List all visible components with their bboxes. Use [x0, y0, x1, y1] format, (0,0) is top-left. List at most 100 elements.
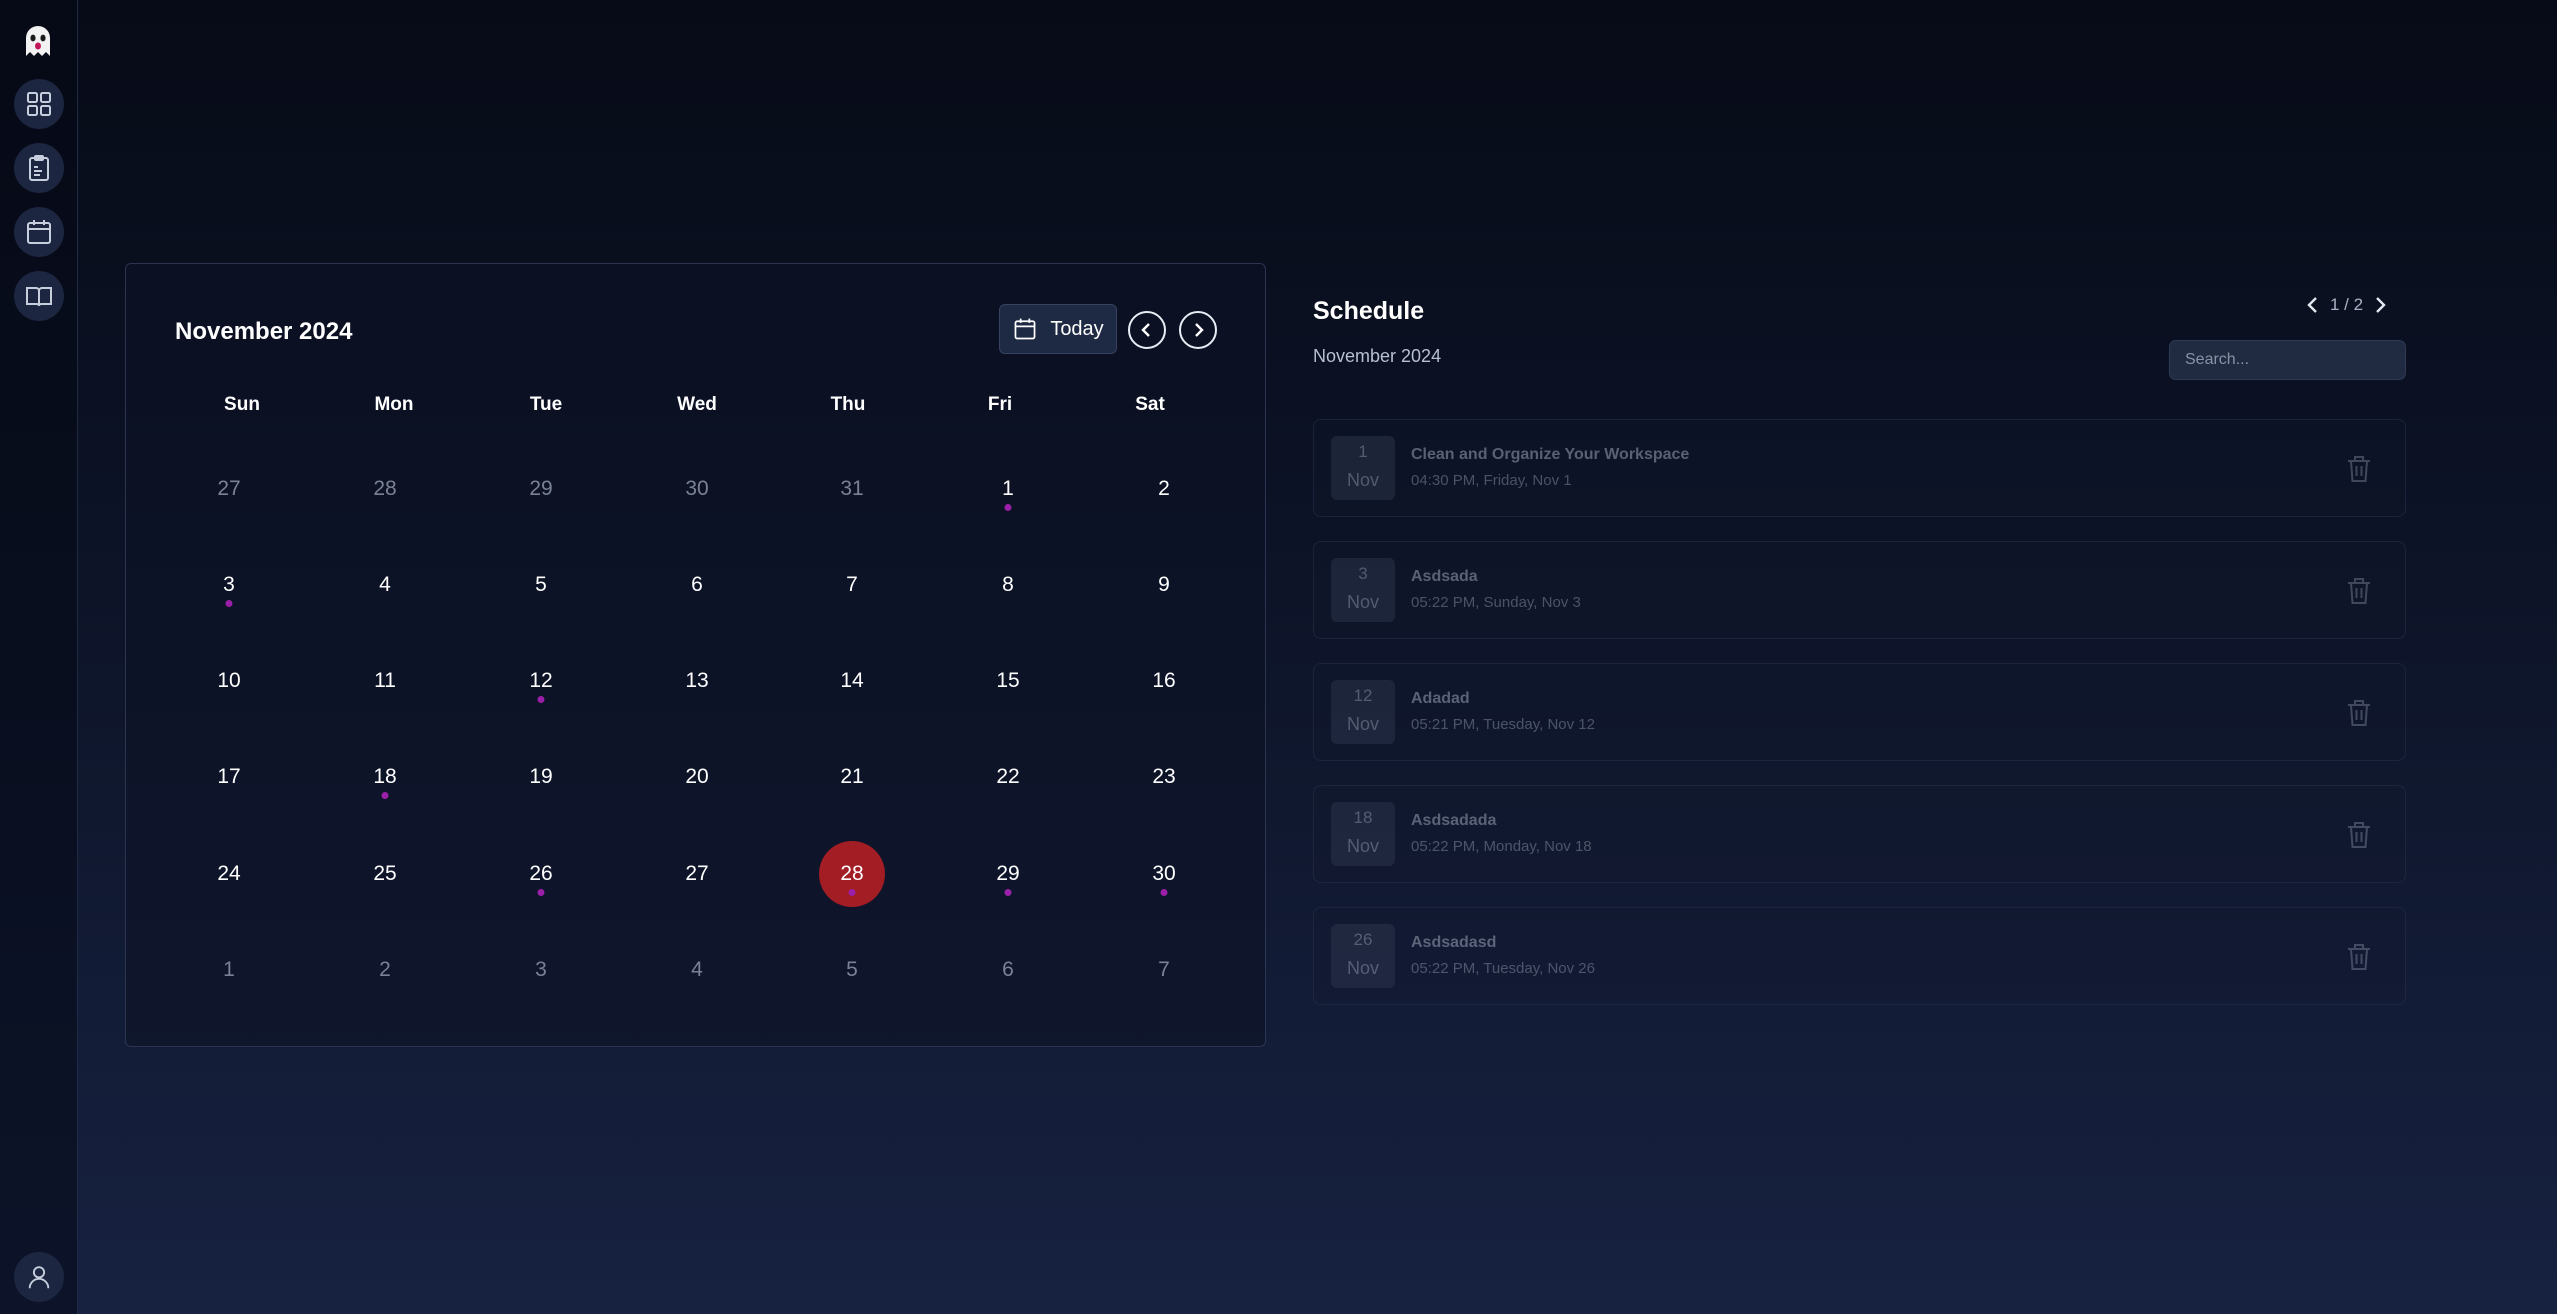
day-number: 14 — [840, 669, 864, 692]
day-cell[interactable]: 4 — [345, 545, 425, 625]
day-cell[interactable]: 5 — [501, 545, 581, 625]
schedule-subtitle: November 2024 — [1313, 346, 1442, 366]
day-cell[interactable]: 12 — [501, 641, 581, 721]
day-cell[interactable]: 22 — [968, 737, 1048, 817]
trash-icon[interactable] — [2346, 576, 2372, 606]
day-cell[interactable]: 30 — [657, 449, 737, 529]
pager-next-button[interactable] — [2373, 296, 2387, 314]
sidebar-item-calendar[interactable] — [14, 207, 64, 257]
pager-prev-button[interactable] — [2306, 296, 2320, 314]
day-cell[interactable]: 19 — [501, 737, 581, 817]
weekday-label: Wed — [677, 394, 717, 415]
day-number: 30 — [685, 477, 709, 500]
day-cell[interactable]: 1 — [189, 930, 269, 1010]
day-cell[interactable]: 21 — [812, 737, 892, 817]
schedule-title: Schedule — [1313, 297, 1425, 325]
day-cell[interactable]: 3 — [189, 545, 269, 625]
day-cell[interactable]: 30 — [1124, 834, 1204, 914]
day-cell[interactable]: 17 — [189, 737, 269, 817]
day-cell[interactable]: 31 — [812, 449, 892, 529]
day-cell[interactable]: 28 — [345, 449, 425, 529]
day-cell[interactable]: 10 — [189, 641, 269, 721]
chevron-left-icon — [1141, 323, 1150, 337]
weekday-label: Sun — [224, 394, 260, 415]
day-cell[interactable]: 6 — [968, 930, 1048, 1010]
trash-icon[interactable] — [2346, 942, 2372, 972]
user-profile-button[interactable] — [14, 1252, 64, 1302]
event-month: Nov — [1346, 470, 1379, 490]
prev-month-button[interactable] — [1128, 311, 1166, 349]
day-cell[interactable]: 13 — [657, 641, 737, 721]
day-cell[interactable]: 29 — [968, 834, 1048, 914]
event-title: Clean and Organize Your Workspace — [1411, 446, 1690, 463]
day-cell[interactable]: 23 — [1124, 737, 1204, 817]
day-cell[interactable]: 24 — [189, 834, 269, 914]
day-cell[interactable]: 26 — [501, 834, 581, 914]
event-date-box: 26 Nov — [1331, 924, 1395, 988]
next-month-button[interactable] — [1179, 311, 1217, 349]
trash-icon[interactable] — [2346, 698, 2372, 728]
day-number: 21 — [840, 765, 864, 788]
day-number: 4 — [691, 958, 703, 981]
event-card[interactable]: 1 Nov Clean and Organize Your Workspace 04:… — [1313, 419, 2406, 517]
event-card[interactable]: 12 Nov Adadad 05:21 PM, Tuesday, Nov 12 — [1313, 663, 2406, 761]
sidebar-item-notes[interactable] — [14, 143, 64, 193]
day-number: 3 — [535, 958, 547, 981]
day-cell[interactable]: 20 — [657, 737, 737, 817]
day-cell[interactable]: 2 — [1124, 449, 1204, 529]
day-number: 8 — [1002, 573, 1014, 596]
sidebar-item-library[interactable] — [14, 271, 64, 321]
day-cell[interactable]: 27 — [657, 834, 737, 914]
day-cell-today[interactable]: 28 — [819, 841, 885, 907]
weekday-label: Fri — [987, 394, 1013, 415]
event-month: Nov — [1346, 836, 1379, 856]
day-cell[interactable]: 4 — [657, 930, 737, 1010]
day-number: 27 — [217, 477, 241, 500]
day-cell[interactable]: 11 — [345, 641, 425, 721]
event-card[interactable]: 18 Nov Asdsadada 05:22 PM, Monday, Nov 18 — [1313, 785, 2406, 883]
weekday-label: Tue — [529, 394, 563, 415]
day-cell[interactable]: 7 — [812, 545, 892, 625]
weekday-header-row: Sun Mon Tue Wed Thu Fri Sat — [126, 394, 1265, 424]
today-button[interactable]: Today — [999, 304, 1117, 354]
day-cell[interactable]: 9 — [1124, 545, 1204, 625]
day-cell[interactable]: 18 — [345, 737, 425, 817]
event-dot-indicator — [381, 792, 389, 799]
day-cell[interactable]: 25 — [345, 834, 425, 914]
trash-icon[interactable] — [2346, 454, 2372, 484]
day-number: 23 — [1152, 765, 1176, 788]
ghost-logo-icon[interactable] — [16, 18, 60, 62]
event-dot-indicator — [848, 889, 856, 896]
event-dot-indicator — [225, 600, 233, 607]
open-book-icon — [26, 287, 52, 307]
pager-label: 1 / 2 — [2330, 295, 2364, 314]
event-card[interactable]: 26 Nov Asdsadasd 05:22 PM, Tuesday, Nov 26 — [1313, 907, 2406, 1005]
day-cell[interactable]: 27 — [189, 449, 269, 529]
day-number: 11 — [374, 669, 396, 692]
day-cell[interactable]: 3 — [501, 930, 581, 1010]
day-cell[interactable]: 2 — [345, 930, 425, 1010]
day-cell[interactable]: 29 — [501, 449, 581, 529]
day-number: 3 — [223, 573, 235, 596]
day-cell[interactable]: 7 — [1124, 930, 1204, 1010]
day-cell[interactable]: 6 — [657, 545, 737, 625]
chevron-left-icon — [2307, 297, 2317, 313]
day-number: 1 — [1002, 477, 1014, 500]
sidebar-item-dashboard[interactable] — [14, 79, 64, 129]
event-date-box: 18 Nov — [1331, 802, 1395, 866]
day-cell[interactable]: 8 — [968, 545, 1048, 625]
search-input[interactable] — [2185, 351, 2392, 369]
day-cell[interactable]: 1 — [968, 449, 1048, 529]
day-cell[interactable]: 15 — [968, 641, 1048, 721]
event-month: Nov — [1346, 714, 1379, 734]
day-cell[interactable]: 16 — [1124, 641, 1204, 721]
event-title: Asdsadada — [1411, 812, 1497, 829]
day-cell[interactable]: 14 — [812, 641, 892, 721]
day-cell[interactable]: 5 — [812, 930, 892, 1010]
search-icon[interactable] — [2392, 350, 2393, 370]
event-card[interactable]: 3 Nov Asdsada 05:22 PM, Sunday, Nov 3 — [1313, 541, 2406, 639]
day-number: 5 — [846, 958, 858, 981]
trash-icon[interactable] — [2346, 820, 2372, 850]
grid-dashboard-icon — [27, 92, 51, 116]
event-day: 18 — [1353, 808, 1373, 827]
